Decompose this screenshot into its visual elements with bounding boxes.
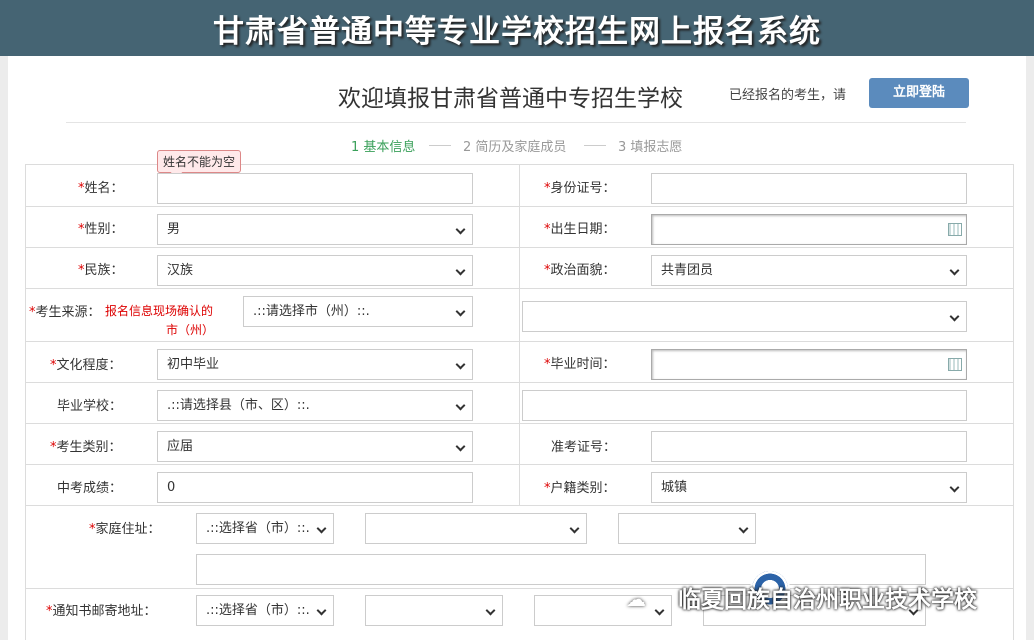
student-type-select[interactable]: 应届 xyxy=(157,431,473,462)
home-county-select[interactable] xyxy=(618,513,756,544)
home-address-label: *家庭住址： xyxy=(89,522,161,537)
chevron-down-icon xyxy=(316,523,327,534)
calendar-icon[interactable] xyxy=(948,358,962,371)
grad-time-label: *毕业时间： xyxy=(544,357,616,372)
political-label: *政治面貌： xyxy=(544,263,616,278)
mail-province-select[interactable]: .::选择省（市）::. xyxy=(196,595,334,626)
step-basic-info: 1 基本信息 xyxy=(351,140,416,155)
step-resume-family: 2 简历及家庭成员 xyxy=(463,140,567,155)
household-select[interactable]: 城镇 xyxy=(651,472,967,503)
gender-label: *性别： xyxy=(78,222,124,237)
source-label: *考生来源： xyxy=(29,305,101,320)
student-type-label: *考生类别： xyxy=(50,440,122,455)
chevron-down-icon xyxy=(738,523,749,534)
score-input[interactable]: 0 xyxy=(157,472,473,503)
source-county-select[interactable] xyxy=(522,301,967,332)
divider xyxy=(66,122,966,123)
chevron-down-icon xyxy=(455,400,466,411)
source-city-select[interactable]: .::请选择市（州）::. xyxy=(243,296,473,327)
home-city-select[interactable] xyxy=(365,513,587,544)
name-label: *姓名： xyxy=(78,181,124,196)
watermark-text: 临夏回族自治州职业技术学校 xyxy=(678,587,977,613)
political-select[interactable]: 共青团员 xyxy=(651,255,967,286)
chevron-down-icon xyxy=(949,482,960,493)
id-number-input[interactable] xyxy=(651,173,967,204)
grad-time-input[interactable] xyxy=(651,349,967,380)
login-button[interactable]: 立即登陆 xyxy=(869,78,969,108)
chevron-down-icon xyxy=(455,265,466,276)
birthdate-label: *出生日期： xyxy=(544,222,616,237)
ethnicity-label: *民族： xyxy=(78,263,124,278)
chevron-down-icon xyxy=(949,311,960,322)
exam-number-input[interactable] xyxy=(651,431,967,462)
education-label: *文化程度： xyxy=(50,358,122,373)
page-header: 甘肃省普通中等专业学校招生网上报名系统 xyxy=(0,0,1034,56)
chevron-down-icon xyxy=(455,306,466,317)
step-separator xyxy=(584,145,606,146)
school-county-select[interactable]: .::请选择县（市、区）::. xyxy=(157,390,473,421)
gender-select[interactable]: 男 xyxy=(157,214,473,245)
source-note-2: 市（州） xyxy=(166,323,215,337)
name-input[interactable] xyxy=(157,173,473,204)
source-note: 报名信息现场确认的 xyxy=(105,304,214,318)
calendar-icon[interactable] xyxy=(948,223,962,236)
exam-number-label: 准考证号： xyxy=(551,440,617,455)
watermark: ☁ 临夏回族自治州职业技术学校 xyxy=(626,569,1026,617)
chevron-down-icon xyxy=(455,359,466,370)
chevron-down-icon xyxy=(485,605,496,616)
mail-city-select[interactable] xyxy=(365,595,503,626)
home-province-select[interactable]: .::选择省（市）::. xyxy=(196,513,334,544)
score-label: 中考成绩： xyxy=(57,481,123,496)
column-divider xyxy=(519,164,520,505)
registered-prompt: 已经报名的考生，请 xyxy=(729,88,847,103)
name-error-tooltip: 姓名不能为空 xyxy=(157,150,242,173)
chevron-down-icon xyxy=(455,441,466,452)
chevron-down-icon xyxy=(316,605,327,616)
system-title: 甘肃省普通中等专业学校招生网上报名系统 xyxy=(213,14,821,50)
birthdate-input[interactable] xyxy=(651,214,967,245)
chevron-down-icon xyxy=(455,224,466,235)
id-number-label: *身份证号： xyxy=(544,181,616,196)
school-label: 毕业学校： xyxy=(57,399,123,414)
household-label: *户籍类别： xyxy=(544,481,616,496)
chevron-down-icon xyxy=(949,265,960,276)
ethnicity-select[interactable]: 汉族 xyxy=(157,255,473,286)
mail-address-label: *通知书邮寄地址： xyxy=(46,604,157,619)
wechat-icon: ☁ xyxy=(626,587,646,611)
school-name-input[interactable] xyxy=(522,390,967,421)
row-divider xyxy=(25,505,1014,506)
chevron-down-icon xyxy=(569,523,580,534)
step-choose-school: 3 填报志愿 xyxy=(618,140,683,155)
welcome-heading: 欢迎填报甘肃省普通中专招生学校 xyxy=(338,86,683,112)
education-select[interactable]: 初中毕业 xyxy=(157,349,473,380)
step-separator xyxy=(429,145,451,146)
